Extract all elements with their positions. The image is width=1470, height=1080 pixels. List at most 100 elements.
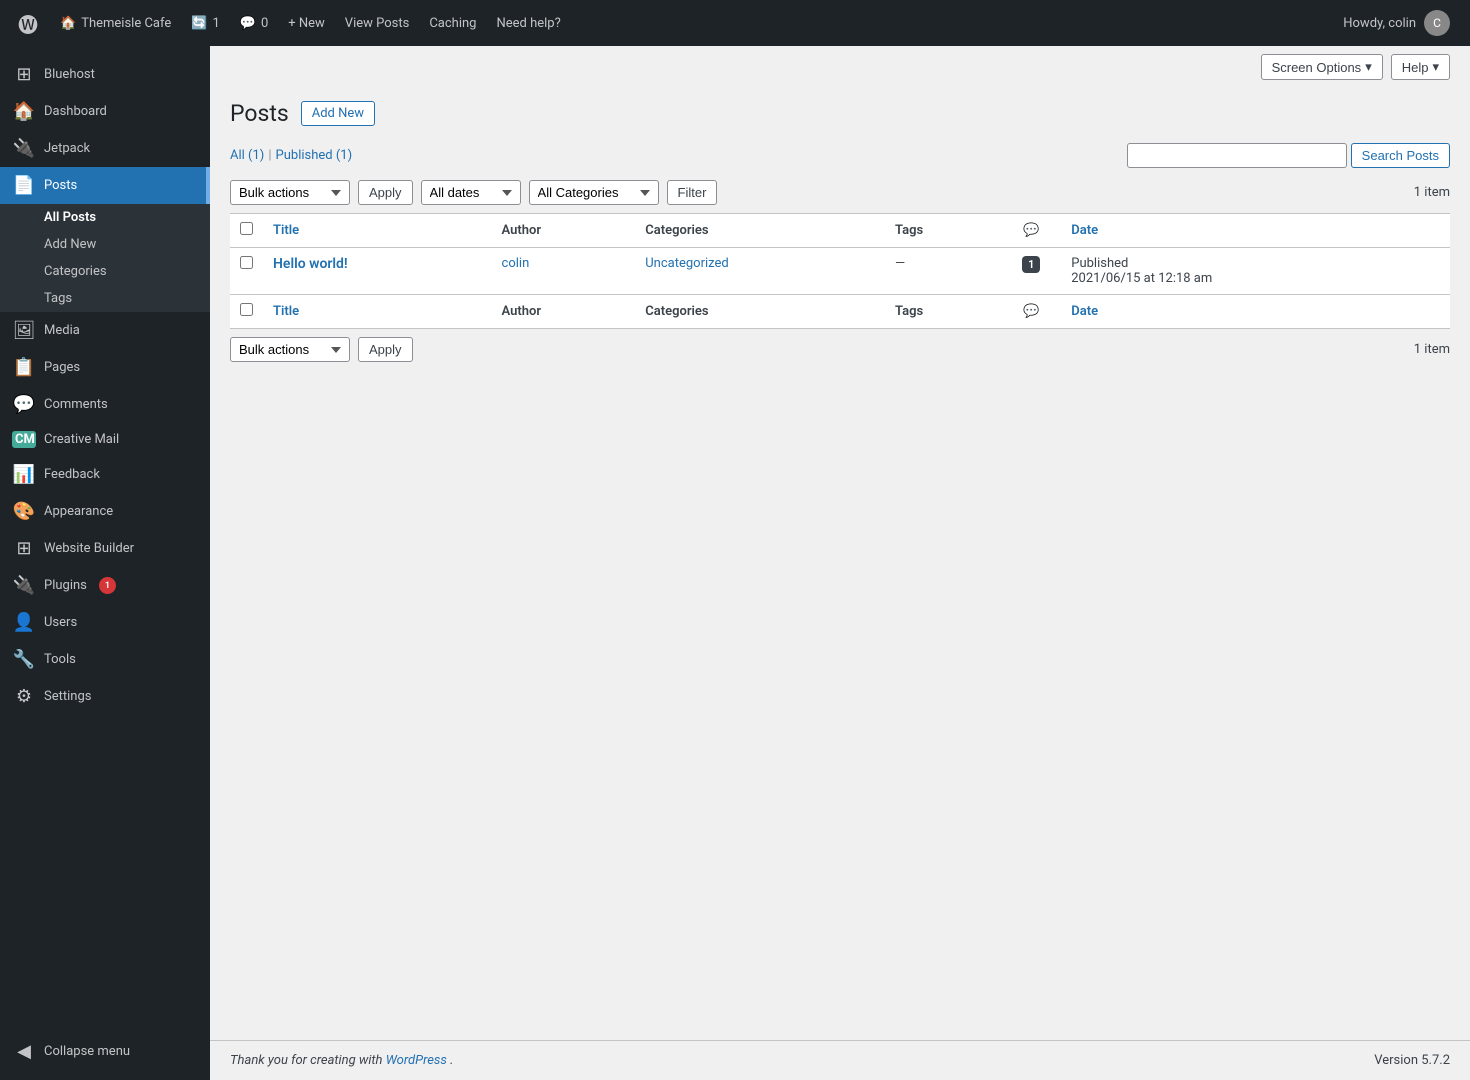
updates-icon: 🔄 (191, 16, 207, 31)
howdy-label: Howdy, colin (1343, 16, 1416, 31)
sidebar: ⊞ Bluehost 🏠 Dashboard 🔌 Jetpack 📄 Posts… (0, 46, 210, 1080)
sidebar-item-comments[interactable]: 💬 Comments (0, 386, 210, 423)
collapse-menu-button[interactable]: ◀ Collapse menu (0, 1033, 210, 1070)
sidebar-item-jetpack[interactable]: 🔌 Jetpack (0, 130, 210, 167)
wp-logo[interactable]: 🅦 (10, 9, 46, 38)
caching-label: Caching (429, 16, 476, 31)
title-header[interactable]: Title (263, 214, 492, 248)
adminbar-site[interactable]: 🏠 Themeisle Cafe (50, 0, 181, 46)
users-icon: 👤 (12, 612, 36, 633)
posts-table: Title Author Categories Tags 💬 Date (230, 213, 1450, 329)
comments-footer-icon: 💬 (1023, 304, 1039, 319)
date-value: 2021/06/15 at 12:18 am (1071, 271, 1440, 286)
sidebar-item-feedback[interactable]: 📊 Feedback (0, 456, 210, 493)
search-box: Search Posts (1127, 143, 1450, 168)
row-date-cell: Published 2021/06/15 at 12:18 am (1061, 248, 1450, 295)
filter-button[interactable]: Filter (667, 180, 718, 205)
screen-options-button[interactable]: Screen Options ▾ (1261, 54, 1383, 80)
adminbar-view-posts[interactable]: View Posts (335, 0, 420, 46)
post-author-link[interactable]: colin (502, 256, 530, 271)
adminbar-howdy[interactable]: Howdy, colin C (1333, 0, 1460, 46)
date-status: Published (1071, 256, 1440, 271)
apply-button-bottom[interactable]: Apply (358, 337, 413, 362)
layout: ⊞ Bluehost 🏠 Dashboard 🔌 Jetpack 📄 Posts… (0, 46, 1470, 1080)
row-title-cell: Hello world! (263, 248, 492, 295)
date-header[interactable]: Date (1061, 214, 1450, 248)
view-published-link[interactable]: Published (1) (276, 148, 353, 163)
footer-right: Version 5.7.2 (1374, 1053, 1450, 1068)
search-input[interactable] (1127, 143, 1347, 168)
row-tags-cell: — (885, 248, 1001, 295)
comment-count-badge[interactable]: 1 (1022, 256, 1040, 273)
help-label: Help (1402, 60, 1429, 75)
page-title-wrap: Posts Add New (230, 100, 1450, 127)
table-row: Hello world! colin Uncategorized — 1 (230, 248, 1450, 295)
tags-header: Tags (885, 214, 1001, 248)
post-title-link[interactable]: Hello world! (273, 256, 348, 272)
row-checkbox-cell (230, 248, 263, 295)
main-topbar: Screen Options ▾ Help ▾ (210, 46, 1470, 80)
view-posts-label: View Posts (345, 16, 410, 31)
sidebar-item-settings[interactable]: ⚙ Settings (0, 678, 210, 715)
sidebar-item-creative-mail[interactable]: CM Creative Mail (0, 423, 210, 456)
adminbar-new[interactable]: + New (278, 0, 335, 46)
bluehost-icon: ⊞ (12, 64, 36, 85)
table-header-row: Title Author Categories Tags 💬 Date (230, 214, 1450, 248)
sidebar-item-bluehost[interactable]: ⊞ Bluehost (0, 56, 210, 93)
bulk-actions-select-top[interactable]: Bulk actions (230, 180, 350, 205)
submenu-tags[interactable]: Tags (0, 285, 210, 312)
search-posts-button[interactable]: Search Posts (1351, 143, 1450, 168)
author-footer: Author (492, 295, 636, 329)
categories-select[interactable]: All Categories (529, 180, 659, 205)
plugins-badge: 1 (99, 577, 116, 594)
add-new-button[interactable]: Add New (301, 101, 375, 126)
views-links: All (1) | Published (1) (230, 148, 352, 163)
footer-period: . (450, 1053, 453, 1068)
appearance-icon: 🎨 (12, 501, 36, 522)
admin-bar: 🅦 🏠 Themeisle Cafe 🔄 1 💬 0 + New View Po… (0, 0, 1470, 46)
row-checkbox[interactable] (240, 256, 253, 269)
tools-icon: 🔧 (12, 649, 36, 670)
website-builder-icon: ⊞ (12, 538, 36, 559)
avatar: C (1424, 10, 1450, 36)
select-all-checkbox[interactable] (240, 222, 253, 235)
adminbar-caching[interactable]: Caching (419, 0, 486, 46)
view-separator: | (268, 148, 271, 163)
site-name: Themeisle Cafe (81, 16, 171, 31)
sidebar-item-dashboard[interactable]: 🏠 Dashboard (0, 93, 210, 130)
adminbar-updates[interactable]: 🔄 1 (181, 0, 230, 46)
select-all-checkbox-footer[interactable] (240, 303, 253, 316)
posts-icon: 📄 (12, 175, 36, 196)
date-footer[interactable]: Date (1061, 295, 1450, 329)
submenu-all-posts[interactable]: All Posts (0, 204, 210, 231)
sidebar-item-plugins[interactable]: 🔌 Plugins 1 (0, 567, 210, 604)
view-all-link[interactable]: All (1) (230, 148, 264, 163)
post-cat-link[interactable]: Uncategorized (645, 256, 728, 271)
dates-select[interactable]: All dates (421, 180, 521, 205)
plugins-icon: 🔌 (12, 575, 36, 596)
sidebar-item-appearance[interactable]: 🎨 Appearance (0, 493, 210, 530)
sidebar-item-users[interactable]: 👤 Users (0, 604, 210, 641)
sidebar-item-tools[interactable]: 🔧 Tools (0, 641, 210, 678)
submenu-categories[interactable]: Categories (0, 258, 210, 285)
adminbar-comments[interactable]: 💬 0 (230, 0, 279, 46)
sidebar-item-media[interactable]: 🖼 Media (0, 312, 210, 349)
bulk-actions-select-bottom[interactable]: Bulk actions (230, 337, 350, 362)
adminbar-help[interactable]: Need help? (486, 0, 570, 46)
author-header: Author (492, 214, 636, 248)
screen-options-label: Screen Options (1272, 60, 1362, 75)
sidebar-item-posts[interactable]: 📄 Posts (0, 167, 210, 204)
row-categories-cell: Uncategorized (635, 248, 885, 295)
pages-icon: 📋 (12, 357, 36, 378)
sidebar-item-pages[interactable]: 📋 Pages (0, 349, 210, 386)
sidebar-item-website-builder[interactable]: ⊞ Website Builder (0, 530, 210, 567)
posts-submenu: All Posts Add New Categories Tags (0, 204, 210, 312)
help-button[interactable]: Help ▾ (1391, 54, 1450, 80)
title-footer[interactable]: Title (263, 295, 492, 329)
new-label: + New (288, 16, 325, 31)
comments-header-icon: 💬 (1023, 223, 1039, 238)
submenu-add-new[interactable]: Add New (0, 231, 210, 258)
comments-header: 💬 (1001, 214, 1061, 248)
apply-button-top[interactable]: Apply (358, 180, 413, 205)
wordpress-link[interactable]: WordPress (386, 1053, 447, 1068)
